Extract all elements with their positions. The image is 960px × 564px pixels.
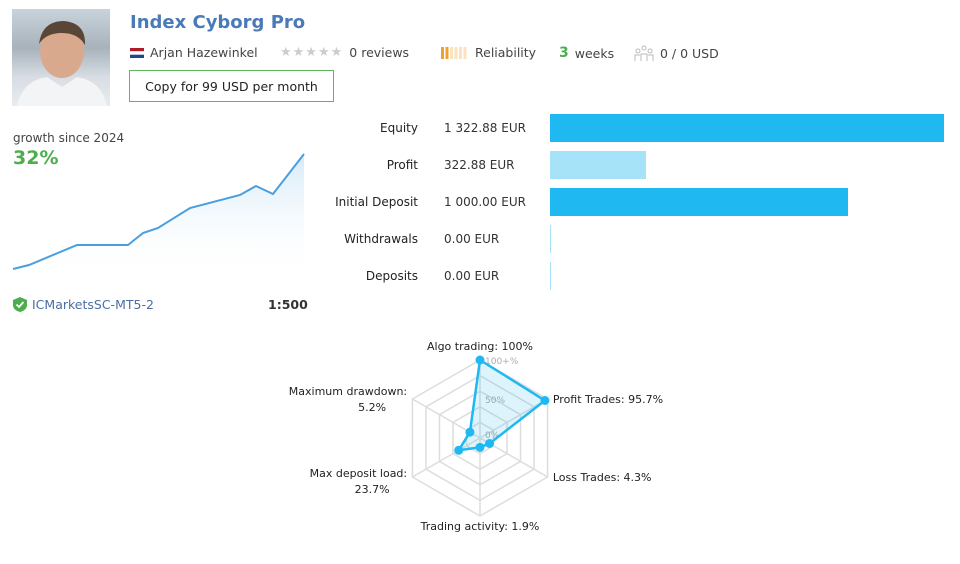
- verified-shield-icon: [13, 297, 27, 312]
- stat-value: 1 000.00 EUR: [444, 195, 526, 209]
- stat-value: 0.00 EUR: [444, 269, 500, 283]
- copy-subscribe-button[interactable]: Copy for 99 USD per month: [129, 70, 334, 102]
- avatar-photo: [17, 21, 107, 106]
- reliability-label: Reliability: [475, 45, 537, 60]
- stat-bar: [550, 114, 944, 142]
- reliability-bar: [454, 46, 458, 59]
- radar-point: [485, 439, 495, 449]
- subscribers: 0 / 0 USD: [634, 45, 719, 61]
- stat-bar: [550, 225, 551, 253]
- stat-label: Profit: [386, 158, 418, 172]
- reliability[interactable]: Reliability: [441, 45, 536, 60]
- radar-axis-label: Profit Trades: 95.7%: [553, 393, 663, 406]
- author-name: Arjan Hazewinkel: [150, 45, 258, 60]
- growth-chart[interactable]: [0, 140, 320, 280]
- stat-row: Profit 322.88 EUR: [298, 151, 515, 179]
- signal-age: 3 weeks: [559, 45, 614, 61]
- radar-value-area: [456, 357, 548, 452]
- reliability-bar: [450, 46, 453, 59]
- subscribers-icon: [634, 45, 654, 61]
- reliability-bar: [445, 46, 449, 59]
- stat-row: Equity 1 322.88 EUR: [298, 114, 526, 142]
- radar-axis-label: Max deposit load:: [310, 467, 408, 480]
- age-unit: weeks: [574, 45, 615, 61]
- growth-area: [13, 154, 304, 280]
- radar-axis-label: Trading activity: 1.9%: [420, 520, 540, 533]
- radar-point: [454, 445, 464, 455]
- stat-row: Withdrawals 0.00 EUR: [298, 225, 499, 253]
- leverage: 1:500: [268, 297, 308, 312]
- stars-icon: ★★★★★: [280, 45, 344, 60]
- reliability-bar: [441, 46, 444, 59]
- reviews-count: 0 reviews: [349, 45, 410, 60]
- radar-axis-value: 23.7%: [355, 483, 390, 496]
- subscribers-value: 0 / 0 USD: [660, 45, 719, 61]
- radar-point: [475, 442, 485, 452]
- stat-label: Equity: [380, 121, 418, 135]
- rating[interactable]: ★★★★★ 0 reviews: [280, 45, 409, 60]
- reliability-bar: [463, 46, 467, 59]
- reliability-bar: [459, 46, 462, 59]
- radar-axis-label: Loss Trades: 4.3%: [553, 471, 652, 484]
- stat-bar: [550, 151, 647, 179]
- radar-point: [540, 396, 550, 406]
- stat-bar: [550, 188, 848, 216]
- stat-value: 1 322.88 EUR: [444, 121, 526, 135]
- server[interactable]: ICMarketsSC-MT5-2: [13, 297, 154, 312]
- stat-row: Initial Deposit 1 000.00 EUR: [298, 188, 526, 216]
- reliability-bars-icon: [441, 46, 467, 59]
- signal-title[interactable]: Index Cyborg Pro: [130, 12, 305, 33]
- age-number: 3: [559, 45, 569, 61]
- stat-value: 0.00 EUR: [444, 232, 500, 246]
- radar-chart: 100+%50%0%Algo trading: 100%Profit Trade…: [289, 340, 663, 533]
- author[interactable]: Arjan Hazewinkel: [130, 45, 258, 60]
- radar-point: [475, 355, 485, 365]
- avatar[interactable]: [12, 9, 110, 106]
- stat-bar: [550, 262, 551, 290]
- stat-value: 322.88 EUR: [444, 158, 515, 172]
- radar-axis-label: Maximum drawdown:: [289, 385, 407, 398]
- stat-row: Deposits 0.00 EUR: [298, 262, 499, 290]
- netherlands-flag-icon: [130, 47, 144, 58]
- stat-label: Initial Deposit: [335, 195, 418, 209]
- stat-label: Deposits: [365, 269, 418, 283]
- radar-axis-label: Algo trading: 100%: [427, 340, 533, 353]
- radar-point: [465, 427, 475, 437]
- radar-axis-value: 5.2%: [358, 401, 386, 414]
- stat-label: Withdrawals: [344, 232, 418, 246]
- server-name: ICMarketsSC-MT5-2: [32, 297, 154, 312]
